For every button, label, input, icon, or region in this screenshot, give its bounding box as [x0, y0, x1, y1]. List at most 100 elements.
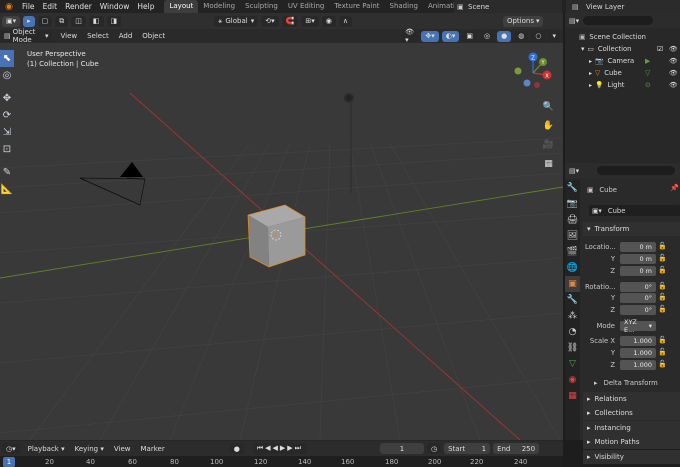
properties-editor-icon[interactable]: ▤▾: [569, 167, 579, 175]
playback-controls[interactable]: ⏮◀◀▶▶⏭: [252, 443, 307, 454]
scale-y-field[interactable]: 1.000: [620, 348, 656, 358]
view-layer-selector[interactable]: ▤ View Layer: [566, 0, 680, 13]
lock-icon[interactable]: 🔓: [658, 348, 667, 356]
scale-x-field[interactable]: 1.000: [620, 336, 656, 346]
menu-file[interactable]: File: [18, 0, 39, 13]
output-tab-icon[interactable]: 🖨: [565, 212, 580, 228]
editor-type-button[interactable]: ▣▾: [2, 15, 21, 27]
object-tab-icon[interactable]: ▣: [565, 276, 580, 292]
move-tool-icon[interactable]: ✥: [0, 90, 14, 107]
location-z-field[interactable]: 0 m: [620, 266, 656, 276]
select-mode-button[interactable]: ▸: [23, 15, 35, 27]
cube-object[interactable]: [243, 203, 313, 273]
outliner-row-cube[interactable]: ▸ ▽ Cube ▽ 👁: [565, 67, 680, 79]
outliner-editor-icon[interactable]: ▤▾: [569, 17, 579, 25]
timeline-editor-icon[interactable]: ◷▾: [2, 443, 20, 454]
select-tool-icon[interactable]: ⬉: [0, 50, 14, 67]
proportional-edit-icon[interactable]: ◉: [321, 15, 336, 27]
lock-icon[interactable]: 🔓: [658, 254, 667, 262]
pin-icon[interactable]: 📌: [670, 184, 679, 192]
transform-orientation-dropdown[interactable]: ⚹ Global ▾: [214, 15, 259, 27]
view-object-types-icon[interactable]: 👁▾: [401, 28, 419, 44]
overlay-toggle-icon[interactable]: ◐▾: [441, 30, 460, 42]
tab-texture-paint[interactable]: Texture Paint: [329, 0, 384, 13]
outliner-row-scene-collection[interactable]: ▣ Scene Collection: [565, 31, 680, 43]
camera-object[interactable]: [75, 158, 195, 238]
snap-target-button[interactable]: ⊞▾: [301, 15, 319, 27]
scene-selector[interactable]: ▣ Scene: [454, 0, 562, 13]
modifier-tab-icon[interactable]: 🔧: [565, 292, 580, 308]
current-frame-field[interactable]: 1: [379, 443, 424, 454]
eye-icon[interactable]: 👁: [669, 45, 678, 53]
end-frame-field[interactable]: End 250: [493, 443, 540, 454]
shading-wireframe-icon[interactable]: ◎: [480, 30, 495, 42]
menu-help[interactable]: Help: [133, 0, 158, 13]
menu-render[interactable]: Render: [61, 0, 96, 13]
view-layer-tab-icon[interactable]: 🖼: [565, 228, 580, 244]
start-frame-field[interactable]: Start 1: [444, 443, 491, 454]
shading-rendered-icon[interactable]: ○: [531, 30, 546, 42]
instancing-panel[interactable]: ▸ Instancing: [583, 421, 680, 435]
tab-shading[interactable]: Shading: [385, 0, 423, 13]
menu-view[interactable]: View: [55, 32, 82, 40]
outliner-search-field[interactable]: [583, 16, 654, 25]
select-subtract-icon[interactable]: ◫: [71, 15, 86, 27]
relations-panel[interactable]: ▸ Relations: [583, 392, 680, 406]
transform-tool-icon[interactable]: ⊡: [0, 141, 14, 158]
collections-panel[interactable]: ▸ Collections: [583, 406, 680, 420]
annotate-tool-icon[interactable]: ✎: [0, 164, 14, 181]
clock-icon[interactable]: ◷: [426, 443, 442, 454]
xray-toggle-icon[interactable]: ▣: [462, 30, 478, 42]
rotation-mode-dropdown[interactable]: XYZ E... ▾: [620, 318, 656, 334]
particles-tab-icon[interactable]: ⁂: [565, 308, 580, 324]
outliner-row-collection[interactable]: ▾ ▭ Collection ☑ 👁: [565, 43, 680, 55]
menu-edit[interactable]: Edit: [39, 0, 62, 13]
rotate-tool-icon[interactable]: ⟳: [0, 107, 14, 124]
shading-material-icon[interactable]: ◍: [514, 30, 529, 42]
menu-window[interactable]: Window: [96, 0, 134, 13]
pivot-point-button[interactable]: ⟲▾: [261, 15, 279, 27]
pan-hand-icon[interactable]: ✋: [542, 119, 555, 132]
outliner-row-camera[interactable]: ▸ 📷 Camera ▶ 👁: [565, 55, 680, 67]
menu-object[interactable]: Object: [137, 32, 170, 40]
scene-tab-icon[interactable]: 🎬: [565, 244, 580, 260]
data-tab-icon[interactable]: ▽: [565, 356, 580, 372]
tool-tab-icon[interactable]: 🔧: [565, 180, 580, 196]
tab-uv-editing[interactable]: UV Editing: [283, 0, 330, 13]
measure-tool-icon[interactable]: 📐: [0, 181, 14, 198]
lock-icon[interactable]: 🔓: [658, 266, 667, 274]
lock-icon[interactable]: 🔓: [658, 336, 667, 344]
transform-panel-header[interactable]: ▾ Transform: [583, 222, 680, 236]
rotation-x-field[interactable]: 0°: [620, 282, 656, 292]
menu-keying[interactable]: Keying ▾: [70, 445, 109, 453]
rotation-y-field[interactable]: 0°: [620, 293, 656, 303]
menu-add[interactable]: Add: [114, 32, 138, 40]
select-invert-icon[interactable]: ◧: [88, 15, 104, 27]
object-mode-dropdown[interactable]: ▤ Object Mode ▾: [0, 28, 53, 44]
outliner-row-light[interactable]: ▸ 💡 Light ⊙ 👁: [565, 79, 680, 91]
shading-options-icon[interactable]: ▾: [548, 30, 560, 42]
physics-tab-icon[interactable]: ◔: [565, 324, 580, 340]
lock-icon[interactable]: 🔓: [658, 305, 667, 313]
select-extend-icon[interactable]: ⧉: [55, 15, 69, 27]
lock-icon[interactable]: 🔓: [658, 293, 667, 301]
options-dropdown[interactable]: Options ▾: [502, 15, 544, 27]
eye-icon[interactable]: 👁: [669, 57, 678, 65]
gizmo-toggle-icon[interactable]: ✥▾: [421, 30, 439, 42]
snap-toggle-icon[interactable]: 🧲: [281, 15, 299, 27]
3d-viewport[interactable]: ✺ Z X Y: [0, 13, 563, 440]
checkbox-icon[interactable]: ☑: [657, 45, 663, 53]
constraints-tab-icon[interactable]: ⛓: [565, 340, 580, 356]
record-icon[interactable]: ●: [229, 443, 244, 454]
cursor-tool-icon[interactable]: ◎: [0, 67, 14, 84]
motion-paths-panel[interactable]: ▸ Motion Paths: [583, 435, 680, 449]
select-intersect-icon[interactable]: ◨: [106, 15, 122, 27]
menu-marker[interactable]: Marker: [136, 445, 170, 453]
texture-tab-icon[interactable]: ▦: [565, 388, 580, 404]
shading-solid-icon[interactable]: ●: [497, 30, 512, 42]
navigation-gizmo[interactable]: Z X Y: [510, 51, 560, 93]
menu-timeline-view[interactable]: View: [109, 445, 136, 453]
render-tab-icon[interactable]: 📷: [565, 196, 580, 212]
blender-logo-icon[interactable]: ◉: [0, 0, 18, 13]
location-x-field[interactable]: 0 m: [620, 242, 656, 252]
